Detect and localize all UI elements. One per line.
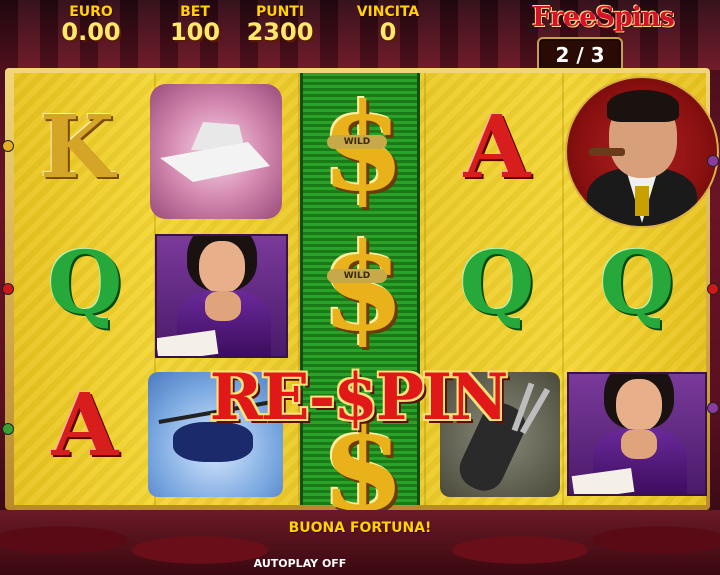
wild-dollar-symbol: $ (321, 217, 405, 358)
neckline (205, 291, 241, 321)
payline-indicator[interactable] (2, 140, 14, 152)
boss-symbol (565, 76, 719, 228)
yacht-hull (160, 142, 270, 182)
punti-value: 2300 (246, 18, 314, 46)
freespins-title: FreeSpins (532, 2, 675, 33)
hud-punti: PUNTI 2300 (240, 4, 320, 48)
cigar (589, 148, 625, 156)
symbol-k: K (39, 97, 115, 198)
neckline (621, 429, 657, 459)
payline-indicator[interactable] (707, 402, 719, 414)
euro-value: 0.00 (61, 18, 121, 46)
vincita-value: 0 (379, 18, 397, 46)
respin-banner: RE-$PIN (209, 360, 509, 435)
wild-tag: WILD (327, 135, 387, 149)
hud-vincita: VINCITA 0 (348, 4, 428, 48)
tie (635, 186, 649, 216)
wild-reel: $ WILD $ WILD $ (300, 73, 420, 533)
wild-tag: WILD (327, 269, 387, 283)
face (199, 241, 245, 293)
hud-bet[interactable]: BET 100 (165, 4, 225, 48)
hair (607, 90, 679, 122)
hud-euro: EURO 0.00 (56, 4, 126, 48)
papers (571, 467, 635, 494)
symbol-q: Q (599, 233, 675, 334)
yacht-symbol (150, 84, 282, 219)
secretary-symbol (155, 234, 288, 358)
bet-value: 100 (169, 18, 221, 46)
face (616, 379, 662, 431)
symbol-q: Q (459, 233, 535, 334)
papers (157, 329, 219, 356)
symbol-a: A (51, 375, 119, 476)
status-message: BUONA FORTUNA! (288, 520, 432, 536)
payline-indicator[interactable] (707, 283, 719, 295)
reel-divider (424, 73, 426, 505)
symbol-a: A (463, 97, 531, 198)
payline-indicator[interactable] (707, 155, 719, 167)
payline-indicator[interactable] (2, 423, 14, 435)
secretary-symbol (567, 372, 707, 496)
symbol-q: Q (47, 233, 123, 334)
autoplay-status[interactable]: AUTOPLAY OFF (240, 557, 360, 570)
payline-indicator[interactable] (2, 283, 14, 295)
